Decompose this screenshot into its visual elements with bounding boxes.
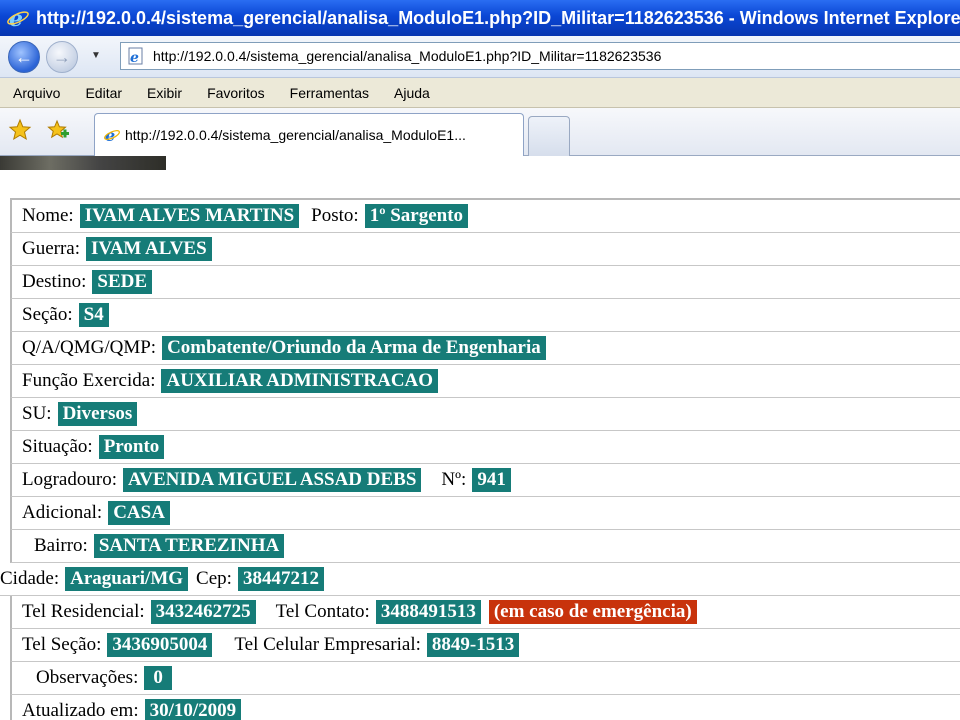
logradouro-value: AVENIDA MIGUEL ASSAD DEBS	[122, 468, 422, 492]
forward-button[interactable]: →	[46, 41, 78, 73]
add-favorites-icon[interactable]	[46, 118, 70, 142]
tel-contato-label: Tel Contato:	[275, 601, 370, 622]
row-tel-secao: Tel Seção: 3436905004 Tel Celular Empres…	[10, 629, 960, 662]
cidade-label: Cidade:	[0, 568, 60, 589]
forward-arrow-icon: →	[53, 46, 71, 67]
row-destino: Destino: SEDE	[10, 266, 960, 299]
guerra-value: IVAM ALVES	[86, 237, 212, 261]
back-arrow-icon: ←	[15, 46, 33, 67]
tel-residencial-value: 3432462725	[150, 600, 256, 624]
atualizado-label: Atualizado em:	[22, 700, 139, 720]
page-content: Nome: IVAM ALVES MARTINS Posto: 1º Sarge…	[0, 156, 960, 720]
posto-value: 1º Sargento	[364, 204, 469, 228]
window-titlebar: e http://192.0.0.4/sistema_gerencial/ana…	[0, 0, 960, 36]
address-bar[interactable]: e http://192.0.0.4/sistema_gerencial/ana…	[120, 42, 960, 70]
cep-value: 38447212	[237, 567, 324, 591]
menu-editar[interactable]: Editar	[72, 85, 134, 101]
navigation-bar: ← → ▼ e http://192.0.0.4/sistema_gerenci…	[0, 36, 960, 78]
history-dropdown-icon[interactable]: ▼	[88, 50, 104, 66]
tab-bar: e http://192.0.0.4/sistema_gerencial/ana…	[0, 108, 960, 156]
page-icon: e	[127, 47, 145, 66]
guerra-label: Guerra:	[22, 238, 81, 259]
secao-value: S4	[78, 303, 109, 327]
row-cidade: Cidade: Araguari/MG Cep: 38447212	[0, 563, 960, 596]
menu-ferramentas[interactable]: Ferramentas	[277, 85, 381, 101]
row-qa: Q/A/QMG/QMP: Combatente/Oriundo da Arma …	[10, 332, 960, 365]
tel-celular-value: 8849-1513	[426, 633, 520, 657]
nome-label: Nome:	[22, 205, 74, 226]
funcao-label: Função Exercida:	[22, 370, 156, 391]
row-situacao: Situação: Pronto	[10, 431, 960, 464]
row-nome: Nome: IVAM ALVES MARTINS Posto: 1º Sarge…	[10, 200, 960, 233]
qa-label: Q/A/QMG/QMP:	[22, 337, 157, 358]
su-value: Diversos	[57, 402, 138, 426]
row-observacoes: Observações: 0	[10, 662, 960, 695]
tel-secao-label: Tel Seção:	[22, 634, 102, 655]
secao-label: Seção:	[22, 304, 73, 325]
row-bairro: Bairro: SANTA TEREZINHA	[10, 530, 960, 563]
numero-value: 941	[472, 468, 511, 492]
menu-favoritos[interactable]: Favoritos	[194, 85, 277, 101]
tab-title: http://192.0.0.4/sistema_gerencial/anali…	[125, 127, 466, 143]
cep-label: Cep:	[196, 568, 232, 589]
menu-ajuda[interactable]: Ajuda	[381, 85, 442, 101]
window-title: http://192.0.0.4/sistema_gerencial/anali…	[36, 7, 960, 28]
menu-bar: Arquivo Editar Exibir Favoritos Ferramen…	[0, 78, 960, 108]
cidade-value: Araguari/MG	[65, 567, 189, 591]
row-secao: Seção: S4	[10, 299, 960, 332]
situacao-value: Pronto	[98, 435, 165, 459]
tel-residencial-label: Tel Residencial:	[22, 601, 145, 622]
menu-exibir[interactable]: Exibir	[134, 85, 194, 101]
su-label: SU:	[22, 403, 52, 424]
tel-contato-value: 3488491513	[375, 600, 481, 624]
nome-value: IVAM ALVES MARTINS	[79, 204, 300, 228]
tel-secao-value: 3436905004	[107, 633, 213, 657]
menu-arquivo[interactable]: Arquivo	[0, 85, 72, 101]
adicional-value: CASA	[108, 501, 170, 525]
ie-logo-icon: e	[6, 6, 30, 30]
address-url: http://192.0.0.4/sistema_gerencial/anali…	[153, 48, 662, 64]
row-funcao: Função Exercida: AUXILIAR ADMINISTRACAO	[10, 365, 960, 398]
numero-label: Nº:	[441, 469, 467, 490]
situacao-label: Situação:	[22, 436, 93, 457]
emergency-note: (em caso de emergência)	[488, 600, 697, 624]
military-record-form: Nome: IVAM ALVES MARTINS Posto: 1º Sarge…	[0, 198, 960, 720]
funcao-value: AUXILIAR ADMINISTRACAO	[161, 369, 439, 393]
row-logradouro: Logradouro: AVENIDA MIGUEL ASSAD DEBS Nº…	[10, 464, 960, 497]
row-guerra: Guerra: IVAM ALVES	[10, 233, 960, 266]
tab-page-icon: e	[103, 126, 121, 145]
header-banner-image	[0, 156, 166, 170]
bairro-label: Bairro:	[34, 535, 88, 556]
svg-text:e: e	[130, 50, 139, 65]
tel-celular-label: Tel Celular Empresarial:	[234, 634, 421, 655]
back-button[interactable]: ←	[8, 41, 40, 73]
destino-value: SEDE	[92, 270, 153, 294]
adicional-label: Adicional:	[22, 502, 103, 523]
atualizado-value: 30/10/2009	[144, 699, 242, 720]
qa-value: Combatente/Oriundo da Arma de Engenharia	[162, 336, 546, 360]
logradouro-label: Logradouro:	[22, 469, 117, 490]
row-adicional: Adicional: CASA	[10, 497, 960, 530]
new-tab-button[interactable]	[528, 116, 570, 156]
row-tel-residencial: Tel Residencial: 3432462725 Tel Contato:…	[10, 596, 960, 629]
bairro-value: SANTA TEREZINHA	[93, 534, 285, 558]
row-atualizado: Atualizado em: 30/10/2009	[10, 695, 960, 720]
tab-active[interactable]: e http://192.0.0.4/sistema_gerencial/ana…	[94, 113, 524, 156]
observacoes-value: 0	[144, 666, 172, 690]
favorites-star-icon[interactable]	[8, 118, 32, 142]
destino-label: Destino:	[22, 271, 87, 292]
row-su: SU: Diversos	[10, 398, 960, 431]
observacoes-label: Observações:	[36, 667, 139, 688]
posto-label: Posto:	[311, 205, 359, 226]
